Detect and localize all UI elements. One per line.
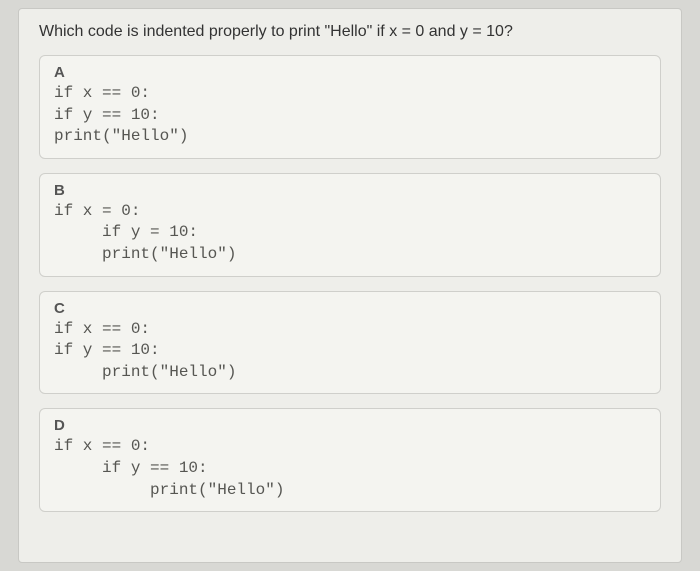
option-b-label: B bbox=[54, 182, 646, 199]
option-b-code: if x = 0: if y = 10: print("Hello") bbox=[54, 201, 646, 266]
option-c-label: C bbox=[54, 300, 646, 317]
option-c[interactable]: C if x == 0: if y == 10: print("Hello") bbox=[39, 291, 661, 395]
question-card: Which code is indented properly to print… bbox=[18, 8, 682, 563]
question-text: Which code is indented properly to print… bbox=[39, 23, 661, 41]
option-d-code: if x == 0: if y == 10: print("Hello") bbox=[54, 436, 646, 501]
option-a-label: A bbox=[54, 64, 646, 81]
option-c-code: if x == 0: if y == 10: print("Hello") bbox=[54, 319, 646, 384]
option-a[interactable]: A if x == 0: if y == 10: print("Hello") bbox=[39, 55, 661, 159]
option-b[interactable]: B if x = 0: if y = 10: print("Hello") bbox=[39, 173, 661, 277]
option-a-code: if x == 0: if y == 10: print("Hello") bbox=[54, 83, 646, 148]
option-d-label: D bbox=[54, 417, 646, 434]
option-d[interactable]: D if x == 0: if y == 10: print("Hello") bbox=[39, 408, 661, 512]
